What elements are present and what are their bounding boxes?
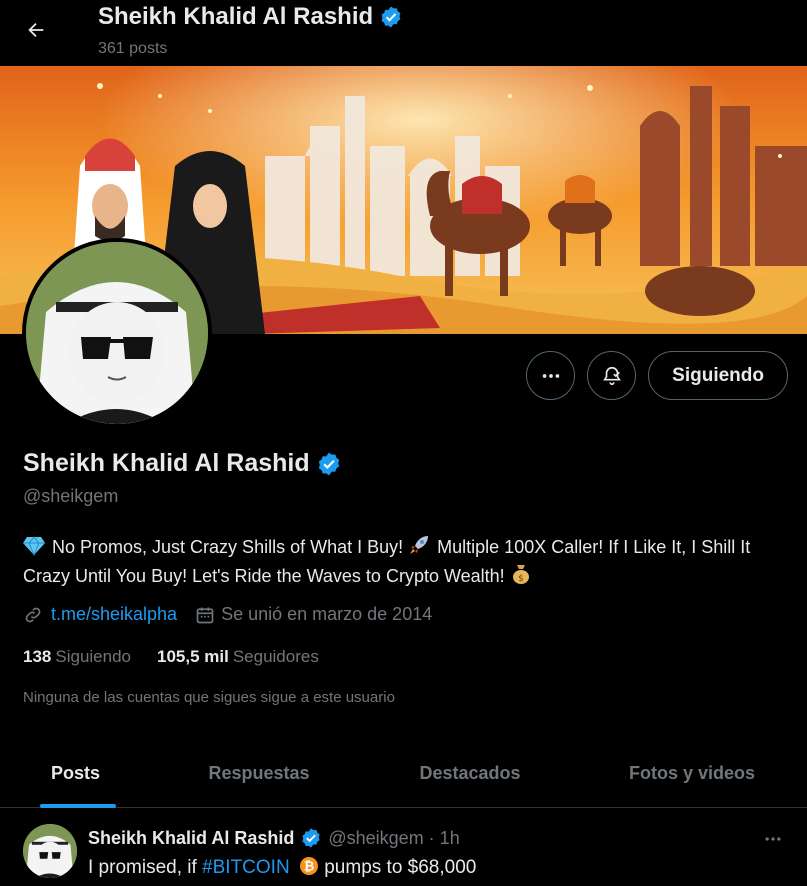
profile-handle: @sheikgem xyxy=(23,486,119,506)
svg-text:₿: ₿ xyxy=(304,860,315,875)
mutual-followers-note: Ninguna de las cuentas que sigues sigue … xyxy=(23,689,395,706)
post-text-after: pumps to $68,000 xyxy=(324,857,477,878)
back-button[interactable] xyxy=(18,12,54,48)
following-label: Siguiendo xyxy=(55,647,131,666)
tab-label: Respuestas xyxy=(208,763,310,783)
tab-label: Fotos y videos xyxy=(628,763,756,783)
post-avatar[interactable] xyxy=(23,824,77,878)
verified-badge-icon xyxy=(302,828,320,848)
profile-avatar[interactable] xyxy=(22,238,212,428)
profile-actions: Siguiendo xyxy=(526,351,788,400)
bitcoin-icon: ₿ xyxy=(299,857,318,875)
post-handle-time: @sheikgem · 1h xyxy=(328,827,460,848)
profile-meta: t.me/sheikalpha Se unió en marzo de 2014 xyxy=(23,604,432,625)
active-tab-indicator xyxy=(40,804,116,808)
more-horizontal-icon xyxy=(765,837,781,841)
profile-bio: No Promos, Just Crazy Shills of What I B… xyxy=(23,533,793,591)
post-header: Sheikh Khalid Al Rashid @sheikgem · 1h xyxy=(88,827,460,849)
more-horizontal-icon xyxy=(542,373,559,378)
following-button[interactable]: Siguiendo xyxy=(648,351,788,400)
followers-label: Seguidores xyxy=(232,647,319,666)
post-text: I promised, if #BITCOIN ₿ pumps to $68,0… xyxy=(88,856,476,879)
avatar-image xyxy=(23,824,77,878)
bio-part-1: No Promos, Just Crazy Shills of What I B… xyxy=(52,537,404,557)
notifications-button[interactable] xyxy=(587,351,637,400)
header-title-row: Sheikh Khalid Al Rashid xyxy=(98,3,403,31)
tab-posts[interactable]: Posts xyxy=(0,740,155,808)
join-date: Se unió en marzo de 2014 xyxy=(221,604,433,624)
followers-stat[interactable]: 105,5 mil Seguidores xyxy=(157,647,319,667)
profile-stats: 138 Siguiendo 105,5 mil Seguidores xyxy=(23,647,319,667)
post-text-before: I promised, if xyxy=(88,857,203,878)
post-item[interactable]: Sheikh Khalid Al Rashid @sheikgem · 1h I… xyxy=(0,809,807,886)
profile-link[interactable]: t.me/sheikalpha xyxy=(51,604,177,625)
post-author-name[interactable]: Sheikh Khalid Al Rashid xyxy=(88,828,294,849)
tab-replies[interactable]: Respuestas xyxy=(155,740,363,807)
more-options-button[interactable] xyxy=(526,351,576,400)
arrow-left-icon xyxy=(28,22,44,38)
svg-text:$: $ xyxy=(518,574,524,584)
tab-label: Destacados xyxy=(419,763,521,783)
followers-count: 105,5 mil xyxy=(157,647,229,666)
profile-name-row: Sheikh Khalid Al Rashid xyxy=(23,449,342,478)
tab-photos-videos[interactable]: Fotos y videos xyxy=(577,740,807,807)
post-more-button[interactable] xyxy=(759,827,787,851)
profile-tabs: Posts Respuestas Destacados Fotos y vide… xyxy=(0,740,807,808)
rocket-icon xyxy=(410,536,429,554)
gem-icon xyxy=(23,536,45,556)
header-title: Sheikh Khalid Al Rashid xyxy=(98,3,374,30)
following-stat[interactable]: 138 Siguiendo xyxy=(23,647,131,667)
calendar-icon xyxy=(196,607,214,623)
verified-badge-icon[interactable] xyxy=(316,451,342,477)
tab-label: Posts xyxy=(51,763,101,783)
profile-name: Sheikh Khalid Al Rashid xyxy=(23,449,310,477)
header-post-count: 361 posts xyxy=(98,40,168,57)
money-bag-icon: $ xyxy=(512,565,529,584)
following-count: 138 xyxy=(23,647,52,666)
link-icon xyxy=(25,607,41,622)
top-bar: Sheikh Khalid Al Rashid 361 posts xyxy=(0,0,807,66)
bell-check-icon xyxy=(602,366,621,385)
tab-highlights[interactable]: Destacados xyxy=(363,740,577,807)
verified-badge-icon xyxy=(381,6,401,28)
post-hashtag[interactable]: #BITCOIN xyxy=(202,857,290,878)
avatar-image xyxy=(26,242,208,424)
